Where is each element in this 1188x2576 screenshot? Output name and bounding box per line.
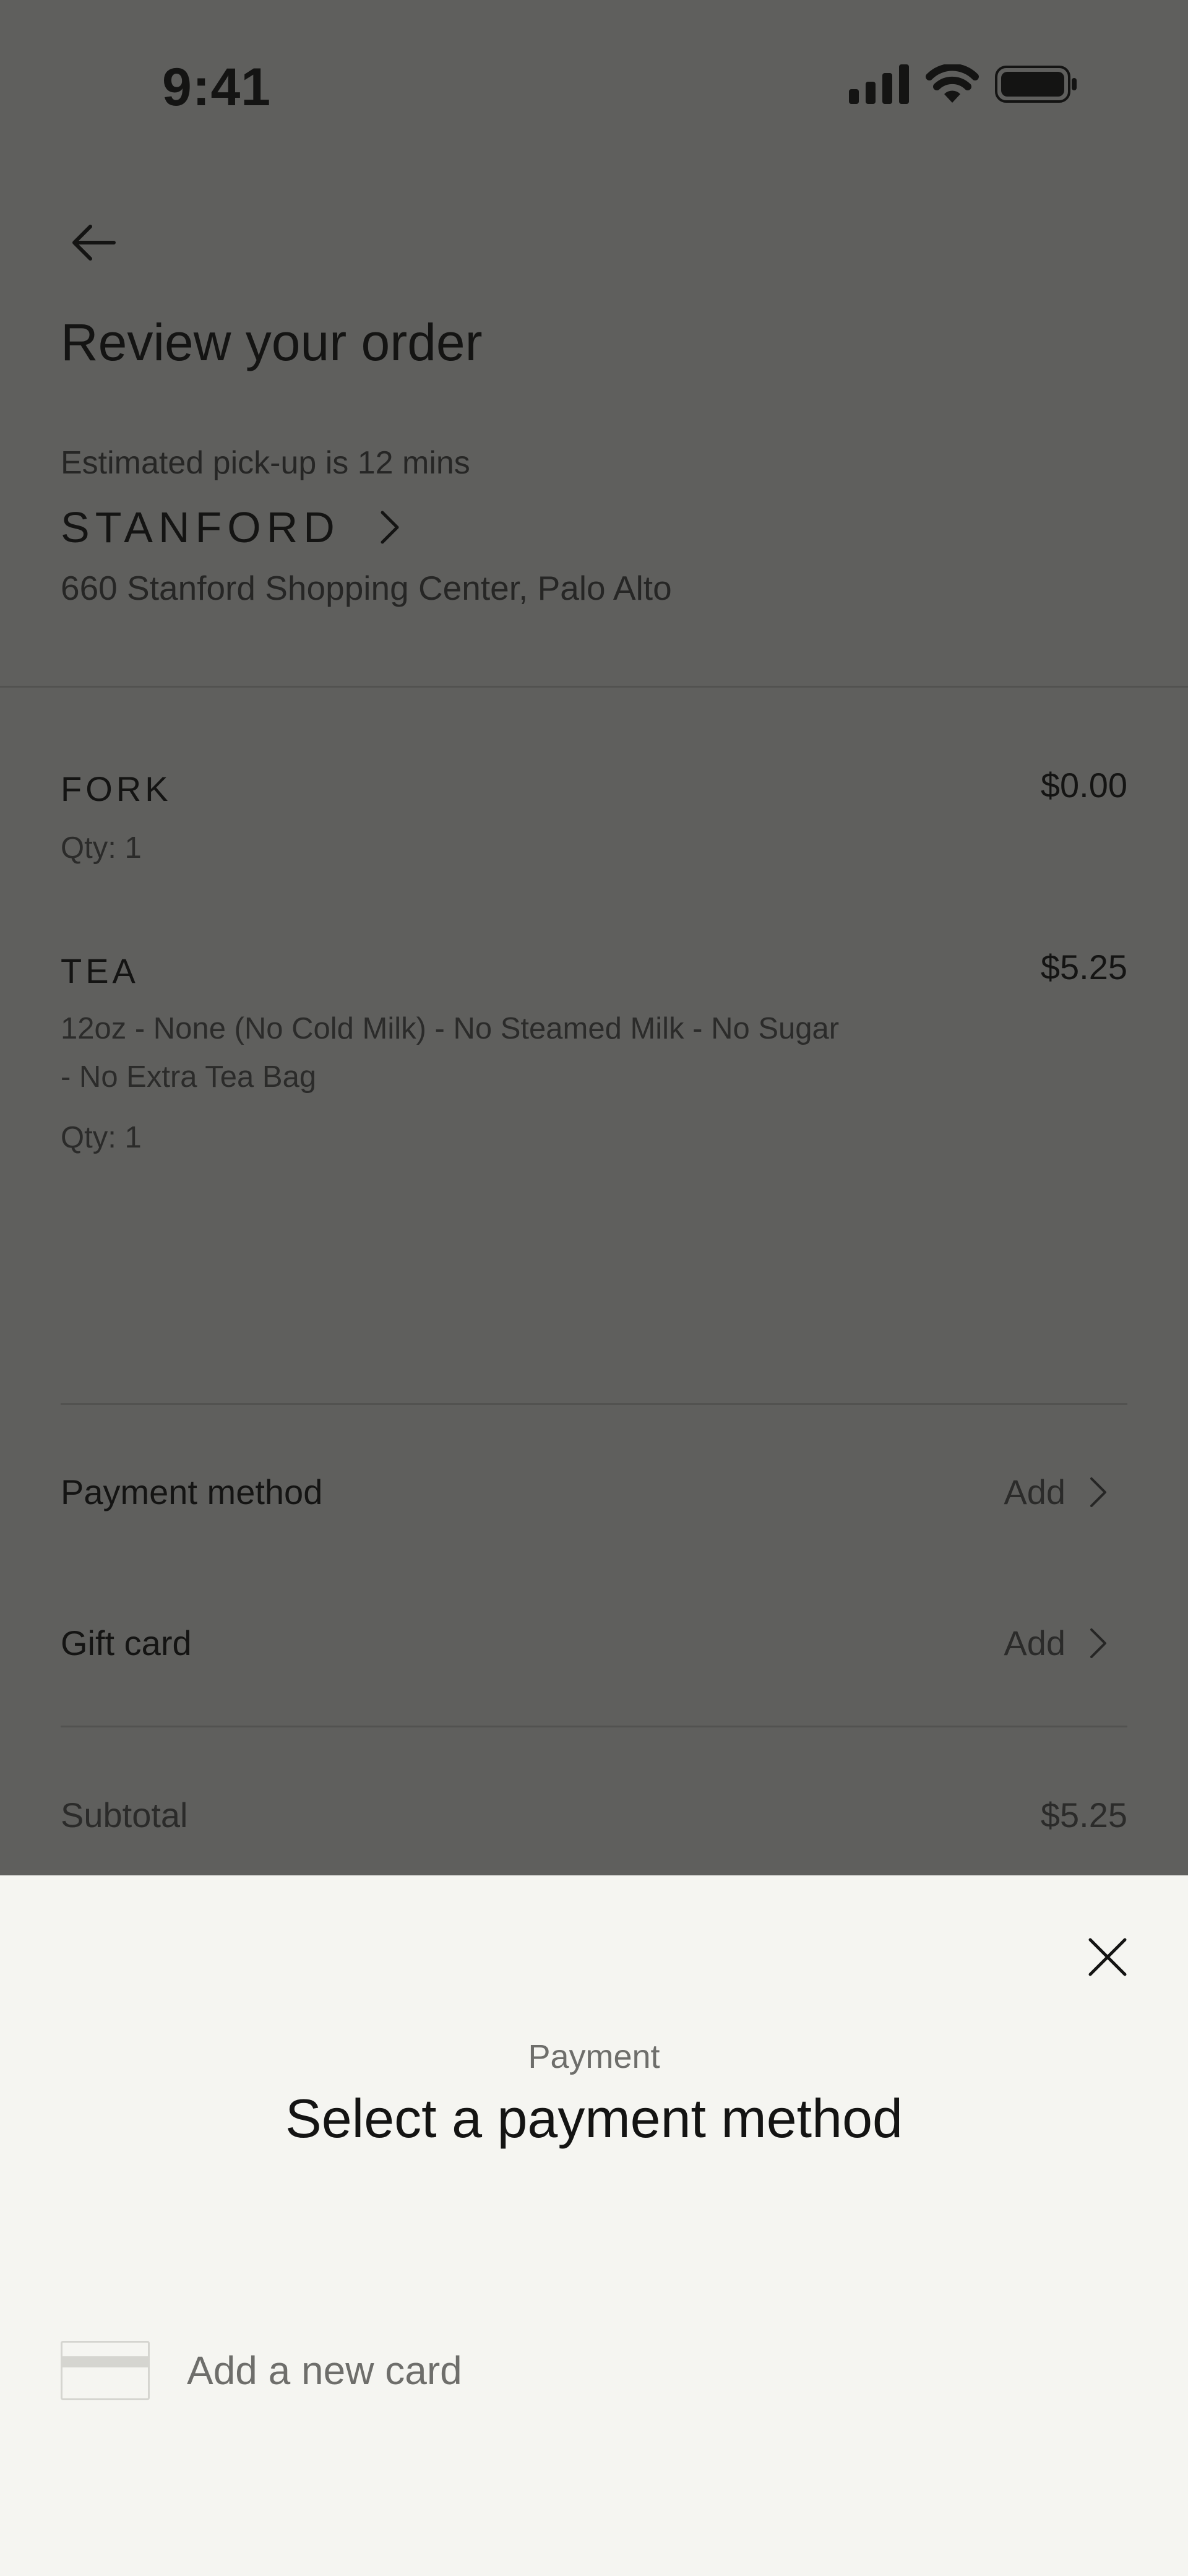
store-selector[interactable]: STANFORD bbox=[61, 503, 402, 552]
item-price: $0.00 bbox=[1040, 766, 1127, 805]
payment-method-add-button[interactable]: Add bbox=[1004, 1472, 1108, 1512]
store-name: STANFORD bbox=[61, 503, 340, 551]
sheet-title: Select a payment method bbox=[285, 2088, 903, 2149]
payment-method-label: Payment method bbox=[61, 1472, 323, 1511]
chevron-right-icon bbox=[381, 511, 399, 544]
divider bbox=[61, 1726, 1127, 1727]
item-price: $5.25 bbox=[1040, 948, 1127, 987]
item-name: FORK bbox=[61, 769, 172, 808]
gift-card-add-button[interactable]: Add bbox=[1004, 1623, 1108, 1663]
battery-icon bbox=[995, 66, 1077, 103]
item-name: TEA bbox=[61, 951, 139, 990]
cellular-signal-icon bbox=[849, 64, 909, 104]
payment-bottom-sheet: Payment Select a payment method Add a ne… bbox=[0, 1875, 1188, 2576]
divider bbox=[61, 1403, 1127, 1405]
item-qty: Qty: 1 bbox=[61, 831, 142, 865]
item-options: 12oz - None (No Cold Milk) - No Steamed … bbox=[61, 1012, 840, 1045]
payment-method-add-label: Add bbox=[1004, 1472, 1065, 1511]
chevron-right-icon bbox=[1090, 1477, 1106, 1507]
gift-card-add-label: Add bbox=[1004, 1623, 1065, 1662]
subtotal-label: Subtotal bbox=[61, 1796, 188, 1835]
wifi-icon bbox=[926, 64, 979, 103]
status-icons bbox=[849, 64, 1078, 104]
pickup-estimate: Estimated pick-up is 12 mins bbox=[61, 445, 470, 481]
arrow-left-icon[interactable] bbox=[69, 224, 119, 261]
divider bbox=[0, 686, 1188, 688]
gift-card-label: Gift card bbox=[61, 1623, 192, 1662]
store-address: 660 Stanford Shopping Center, Palo Alto bbox=[61, 569, 672, 607]
add-new-card-button[interactable]: Add a new card bbox=[61, 2341, 462, 2400]
subtotal-value: $5.25 bbox=[1040, 1796, 1127, 1835]
sheet-eyebrow: Payment bbox=[528, 2038, 660, 2075]
chevron-right-icon bbox=[1090, 1628, 1106, 1658]
status-time: 9:41 bbox=[162, 58, 272, 117]
close-icon[interactable] bbox=[1088, 1937, 1127, 1977]
item-qty: Qty: 1 bbox=[61, 1121, 142, 1154]
add-new-card-label: Add a new card bbox=[187, 2348, 462, 2393]
item-options: - No Extra Tea Bag bbox=[61, 1060, 317, 1094]
page-title: Review your order bbox=[61, 313, 483, 371]
credit-card-icon bbox=[61, 2341, 150, 2400]
